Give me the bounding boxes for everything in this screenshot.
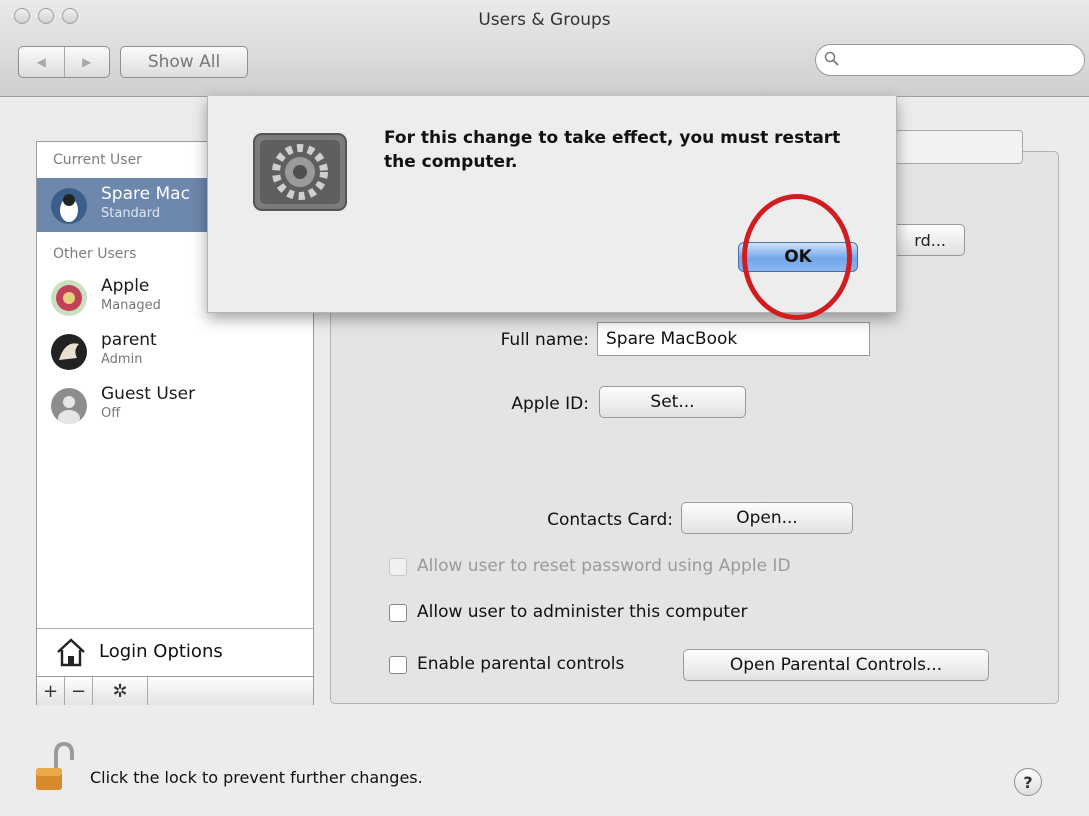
set-apple-id-button[interactable]: Set...	[599, 386, 746, 418]
reset-password-checkbox[interactable]	[389, 558, 407, 576]
administer-checkbox[interactable]	[389, 604, 407, 622]
window-titlebar: Users & Groups ◀ ▶ Show All	[0, 0, 1089, 97]
user-role: Off	[101, 406, 121, 421]
system-preferences-gear-icon	[253, 133, 347, 211]
full-name-label: Full name:	[500, 330, 589, 350]
user-name: Guest User	[101, 384, 196, 404]
flower-avatar-icon	[56, 285, 82, 311]
eagle-avatar-icon	[59, 343, 79, 360]
user-role: Admin	[101, 352, 143, 367]
unlocked-padlock-icon[interactable]	[36, 742, 76, 792]
current-user-heading: Current User	[53, 152, 142, 168]
user-role: Managed	[101, 298, 161, 313]
forward-button[interactable]: ▶	[63, 47, 110, 77]
parental-controls-checkbox[interactable]	[389, 656, 407, 674]
help-button[interactable]: ?	[1014, 768, 1042, 796]
parental-controls-label: Enable parental controls	[417, 654, 625, 674]
sidebar-toolbar: + − ✲	[37, 676, 313, 705]
penguin-avatar-icon	[60, 194, 78, 222]
back-forward-control: ◀ ▶	[18, 46, 110, 78]
other-users-heading: Other Users	[53, 246, 137, 262]
user-name: Spare Mac	[101, 184, 190, 204]
house-icon	[57, 638, 85, 667]
reset-password-label: Allow user to reset password using Apple…	[417, 556, 791, 576]
user-row-guest[interactable]: Guest User Off	[37, 378, 313, 432]
full-name-field[interactable]: Spare MacBook	[597, 322, 870, 356]
avatar	[51, 280, 87, 316]
alert-message: For this change to take effect, you must…	[384, 128, 841, 172]
lock-instructions: Click the lock to prevent further change…	[90, 768, 423, 787]
user-role: Standard	[101, 206, 161, 221]
login-options-item[interactable]: Login Options	[37, 628, 313, 677]
gear-icon[interactable]: ✲	[93, 677, 148, 705]
show-all-button[interactable]: Show All	[120, 46, 248, 78]
remove-user-button[interactable]: −	[65, 677, 93, 705]
search-icon	[824, 51, 839, 66]
search-field[interactable]	[815, 44, 1085, 76]
contacts-card-label: Contacts Card:	[547, 510, 673, 530]
avatar	[51, 388, 87, 424]
open-parental-controls-button[interactable]: Open Parental Controls...	[683, 649, 989, 681]
window-title: Users & Groups	[478, 10, 611, 30]
open-contacts-button[interactable]: Open...	[681, 502, 853, 534]
add-user-button[interactable]: +	[37, 677, 65, 705]
user-row-parent[interactable]: parent Admin	[37, 324, 313, 378]
highlight-circle-annotation	[742, 194, 852, 320]
user-name: parent	[101, 330, 157, 350]
guest-avatar-icon	[58, 396, 80, 424]
apple-id-label: Apple ID:	[511, 394, 589, 414]
user-name: Apple	[101, 276, 150, 296]
login-options-label: Login Options	[99, 641, 223, 662]
back-button[interactable]: ◀	[19, 47, 64, 77]
administer-label: Allow user to administer this computer	[417, 602, 748, 622]
avatar	[51, 188, 87, 224]
avatar	[51, 334, 87, 370]
